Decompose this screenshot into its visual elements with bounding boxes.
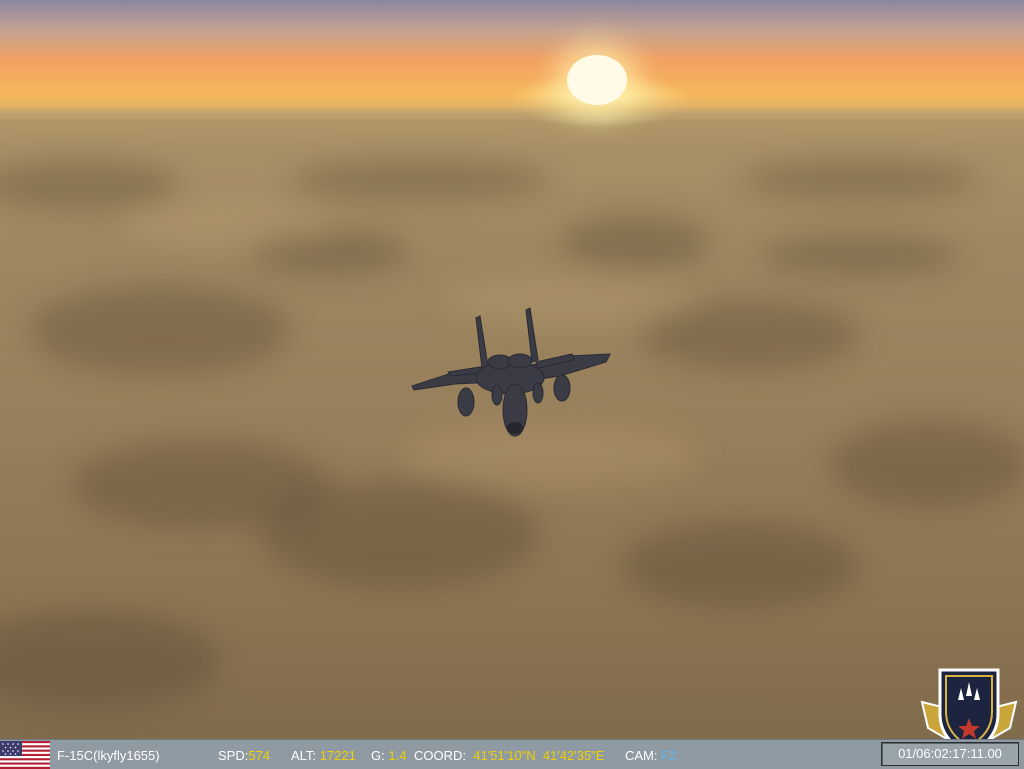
cloud-shadow (260, 480, 540, 590)
g-force-label: G: (371, 748, 385, 763)
horizon-haze (0, 96, 1024, 122)
cloud-shadow (290, 160, 550, 200)
cloud-shadow (0, 610, 220, 710)
camera-readout: CAM: F2 (625, 748, 676, 763)
status-bar: F-15C(lkyfly1655) SPD:574 ALT: 17221 G: … (0, 739, 1024, 769)
altitude-value: 17221 (319, 748, 356, 763)
latitude-value: 41'51'10"N (473, 748, 536, 763)
camera-value: F2 (661, 748, 677, 763)
f15-aircraft (411, 307, 611, 437)
cloud-shadow (740, 160, 980, 200)
g-force-value: 1.4 (388, 748, 407, 763)
g-force-readout: G: 1.4 (371, 748, 406, 763)
coordinate-readout: COORD: 41'51'10"N 41'42'35"E (414, 748, 604, 763)
speed-value: 574 (248, 748, 271, 763)
usa-flag-icon (0, 741, 50, 769)
altitude-label: ALT: (291, 748, 317, 763)
mission-clock: 01/06:02:17:11.00 (881, 742, 1019, 766)
flight-view (0, 0, 1024, 768)
camera-label: CAM: (625, 748, 658, 763)
player-aircraft-label: F-15C(lkyfly1655) (57, 748, 160, 763)
cloud-shadow (0, 160, 180, 210)
cloud-shadow (830, 420, 1024, 510)
altitude-readout: ALT: 17221 (291, 748, 356, 763)
cloud-shadow (620, 520, 860, 610)
cloud-shadow (760, 235, 960, 275)
speed-label: SPD: (218, 748, 249, 763)
sun (567, 55, 627, 105)
speed-readout: SPD:574 (218, 748, 270, 763)
cloud-shadow (560, 215, 710, 270)
cloud-highlight (120, 200, 340, 250)
cloud-shadow (30, 285, 290, 375)
longitude-value: 41'42'35"E (542, 748, 605, 763)
coordinate-label: COORD: (414, 748, 466, 763)
